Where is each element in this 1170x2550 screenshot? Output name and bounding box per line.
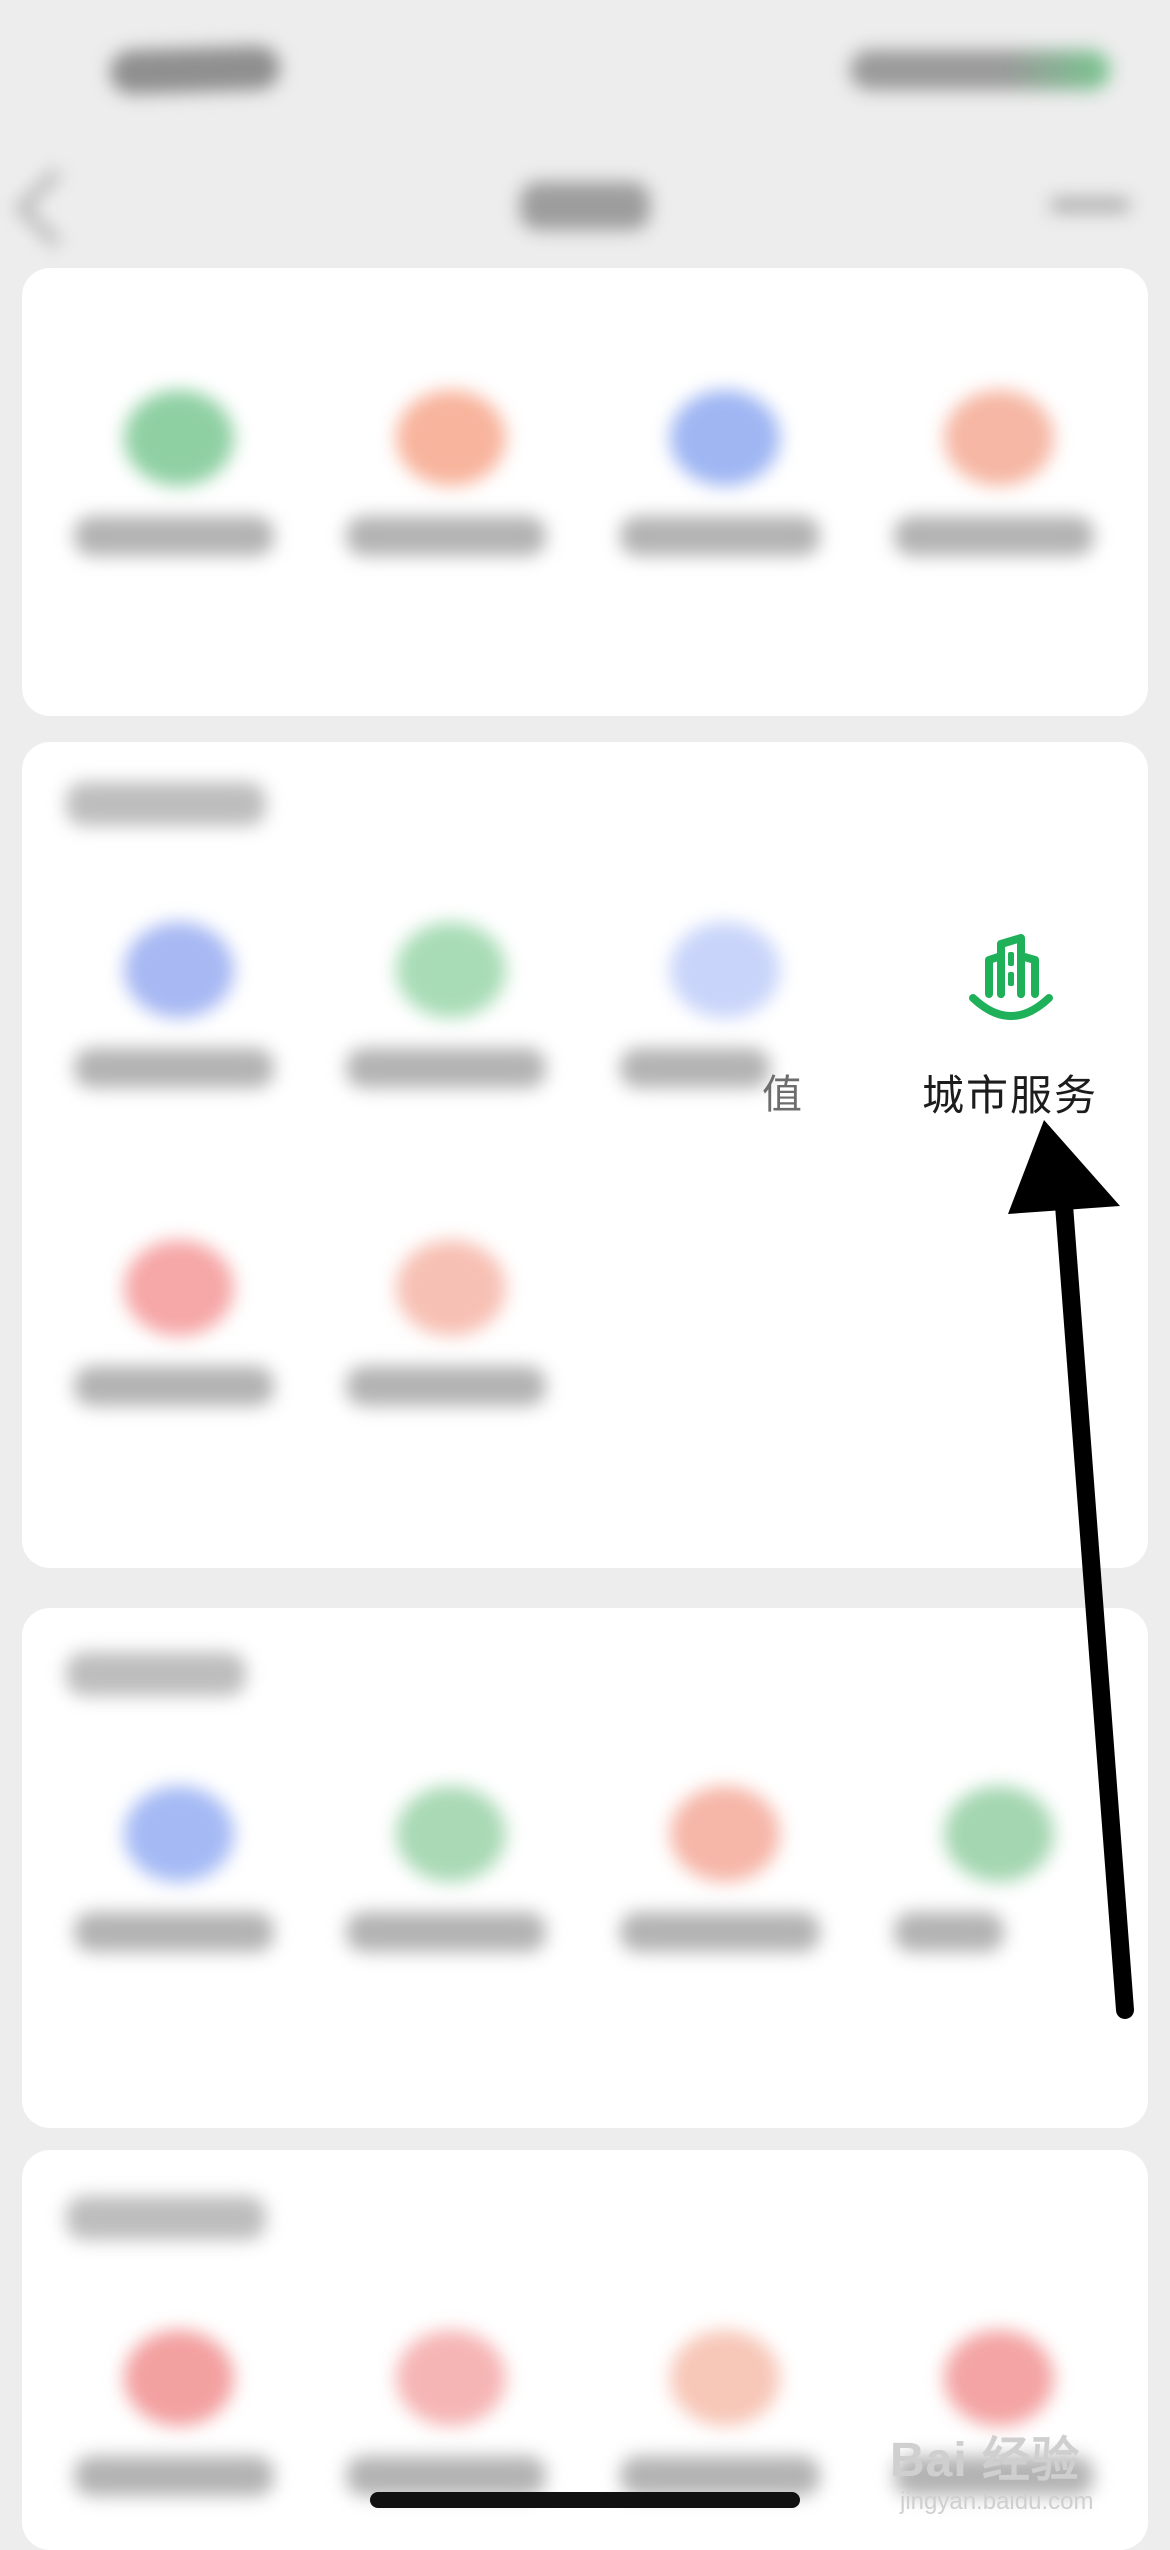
city-service-tile[interactable]: 城市服务 [880, 930, 1140, 1120]
service-label [620, 2456, 820, 2496]
service-icon [396, 1240, 506, 1336]
service-icon [670, 922, 780, 1018]
service-label [346, 1366, 546, 1406]
service-label [620, 516, 820, 556]
service-label [74, 516, 274, 556]
service-label [74, 1048, 274, 1088]
service-icon [944, 1786, 1054, 1882]
service-tile[interactable] [316, 922, 566, 1132]
partial-service-label: 值 [762, 1072, 802, 1118]
card-title [66, 2196, 266, 2240]
service-icon [670, 2330, 780, 2426]
service-tile[interactable] [590, 390, 840, 600]
service-icon [124, 1240, 234, 1336]
city-service-label: 城市服务 [921, 1071, 1098, 1120]
baidu-watermark: Bai 经验 [890, 2434, 1081, 2487]
service-label [894, 1912, 1004, 1952]
service-tile[interactable] [316, 1786, 566, 1996]
service-label [346, 516, 546, 556]
service-tile[interactable] [316, 2330, 566, 2540]
card-title [66, 782, 266, 826]
service-icon [670, 1786, 780, 1882]
status-time [109, 45, 281, 95]
service-icon [124, 1786, 234, 1882]
service-label [894, 516, 1094, 556]
service-icon [396, 922, 506, 1018]
service-label [74, 2456, 274, 2496]
service-icon [396, 1786, 506, 1882]
service-tile[interactable] [44, 390, 294, 600]
service-tile[interactable] [590, 2330, 840, 2540]
status-indicators [850, 50, 1110, 90]
service-card-1 [22, 268, 1148, 716]
service-tile[interactable] [590, 922, 840, 1132]
service-icon [396, 2330, 506, 2426]
page-title [520, 182, 650, 230]
nav-bar [0, 150, 1170, 260]
service-label [346, 1912, 546, 1952]
service-label [346, 1048, 546, 1088]
home-indicator [370, 2492, 800, 2508]
service-icon [670, 390, 780, 486]
service-icon [944, 390, 1054, 486]
back-arrow-icon[interactable] [14, 168, 94, 248]
service-label [74, 1912, 274, 1952]
service-label [620, 1048, 770, 1088]
watermark-url: jingyan.baidu.com [900, 2488, 1094, 2515]
service-icon [124, 2330, 234, 2426]
service-tile[interactable] [316, 390, 566, 600]
service-tile[interactable] [590, 1786, 840, 1996]
service-card-2 [22, 742, 1148, 1568]
service-card-3 [22, 1608, 1148, 2128]
status-bar [0, 0, 1170, 150]
card-title [66, 1652, 246, 1696]
service-tile[interactable] [44, 922, 294, 1132]
service-label [620, 1912, 820, 1952]
service-label [74, 1366, 274, 1406]
service-label [346, 2456, 546, 2496]
service-tile[interactable] [44, 2330, 294, 2540]
service-icon [944, 2330, 1054, 2426]
service-tile[interactable] [864, 390, 1114, 600]
service-tile[interactable] [864, 1786, 1114, 1996]
service-icon [396, 390, 506, 486]
service-tile[interactable] [44, 1240, 294, 1450]
more-icon[interactable] [1050, 198, 1130, 212]
service-tile[interactable] [316, 1240, 566, 1450]
city-building-icon [969, 934, 1053, 1020]
service-icon [124, 922, 234, 1018]
service-tile[interactable] [44, 1786, 294, 1996]
service-icon [124, 390, 234, 486]
